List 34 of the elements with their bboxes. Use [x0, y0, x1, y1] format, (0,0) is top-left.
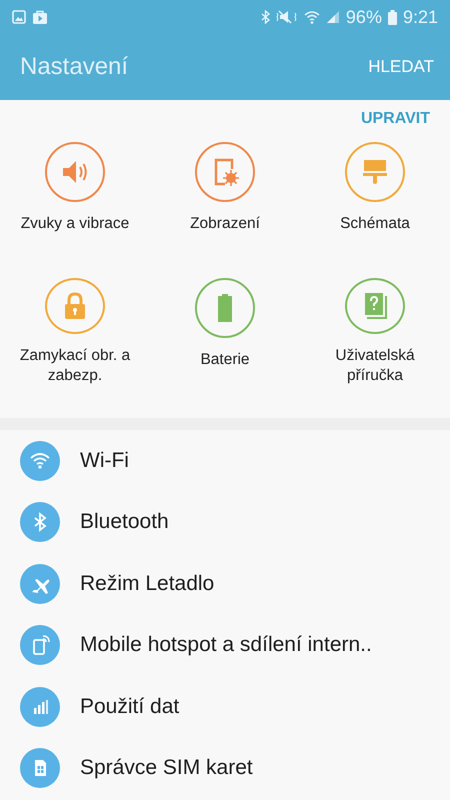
bluetooth-icon	[20, 502, 60, 542]
padlock-icon[interactable]	[45, 278, 105, 334]
bar-chart-icon	[20, 686, 60, 727]
shortcut-label: Zvuky a vibrace	[20, 214, 130, 234]
screen-title: Nastavení	[20, 53, 128, 81]
shortcut-label: Zamykací obr. a zabezp.	[18, 346, 132, 386]
hotspot-icon	[20, 625, 60, 666]
battery-percent: 96%	[346, 6, 382, 28]
speaker-icon[interactable]	[45, 142, 105, 202]
wifi-icon	[20, 440, 60, 481]
battery-icon	[388, 10, 397, 24]
tablet-sun-icon[interactable]	[195, 142, 255, 202]
shortcut-label: Uživatelská příručka	[334, 346, 416, 386]
gallery-icon	[12, 10, 26, 24]
settings-item[interactable]: Správce SIM karet	[0, 738, 450, 799]
shortcut-label: Baterie	[199, 350, 251, 370]
shortcut-label: Schémata	[339, 214, 411, 234]
wifi-icon	[304, 10, 320, 24]
bluetooth-icon	[260, 10, 270, 24]
mute-icon	[276, 10, 298, 24]
sim-card-icon	[20, 748, 60, 788]
settings-item[interactable]: Bluetooth	[0, 492, 450, 553]
settings-item[interactable]: Wi-Fi	[0, 430, 450, 492]
battery-icon[interactable]	[195, 278, 255, 338]
clock: 9:21	[402, 6, 438, 28]
settings-item[interactable]: Mobile hotspot a sdílení intern..	[0, 614, 450, 676]
help-book-icon[interactable]	[345, 278, 405, 334]
signal-icon	[326, 10, 340, 24]
settings-item[interactable]: Použití dat	[0, 676, 450, 738]
shortcut-label: Zobrazení	[189, 214, 261, 234]
settings-item[interactable]: Režim Letadlo	[0, 553, 450, 614]
airplane-icon	[20, 564, 60, 604]
play-bag-icon	[32, 10, 48, 24]
paint-brush-icon[interactable]	[345, 142, 405, 202]
